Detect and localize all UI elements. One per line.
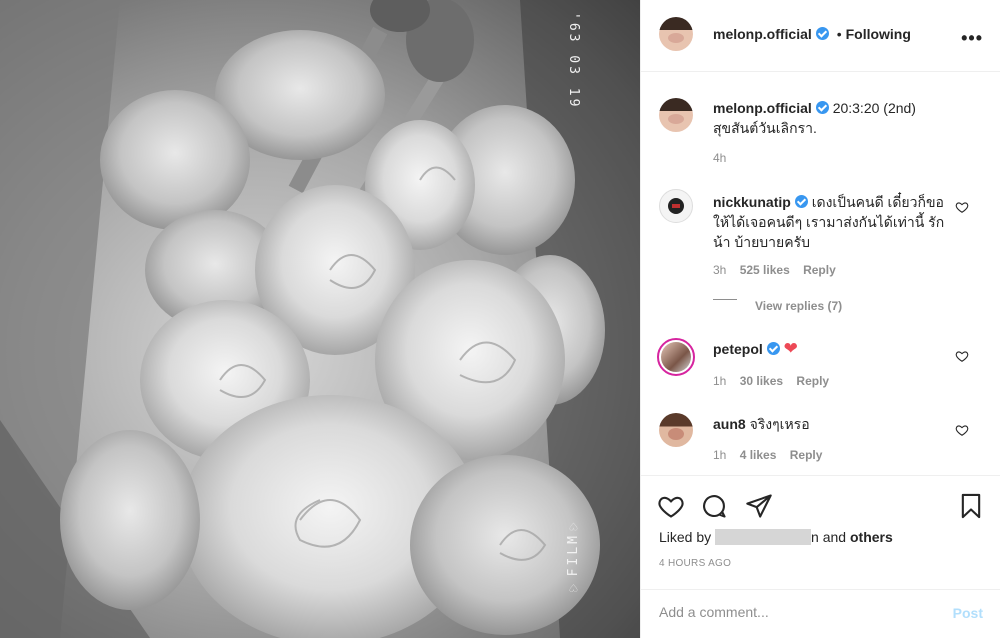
add-comment-bar: Post xyxy=(641,589,1000,638)
reply-button[interactable]: Reply xyxy=(803,263,836,277)
liked-by-prefix: Liked by xyxy=(659,529,712,545)
replies-divider xyxy=(713,299,737,300)
like-comment-heart-icon[interactable] xyxy=(955,423,969,437)
commenter-avatar[interactable] xyxy=(657,338,695,376)
share-paper-plane-icon[interactable] xyxy=(745,492,773,520)
reply-button[interactable]: Reply xyxy=(796,374,829,388)
caption: melonp.official 20:3:20 (2nd) สุขสันต์วั… xyxy=(641,72,1000,172)
comment-text: ❤ xyxy=(783,339,798,358)
comment-username[interactable]: petepol xyxy=(713,341,763,357)
verified-badge-icon xyxy=(815,101,829,114)
comment-username[interactable]: aun8 xyxy=(713,416,746,432)
comment-time[interactable]: 3h xyxy=(713,263,726,277)
comment-username[interactable]: nickkunatip xyxy=(713,194,791,210)
post-header: melonp.official • Following ••• xyxy=(641,0,1000,72)
caption-author-avatar[interactable] xyxy=(659,98,693,132)
caption-time[interactable]: 4h xyxy=(713,151,726,165)
post-comment-button[interactable]: Post xyxy=(953,605,983,621)
verified-badge-icon xyxy=(815,27,829,40)
commenter-avatar[interactable] xyxy=(659,189,693,223)
post-actions: Liked by n and others 4 HOURS AGO Post xyxy=(641,475,1000,638)
caption-meta: 4h xyxy=(713,151,736,165)
comment-meta: 1h 30 likes Reply xyxy=(713,374,839,388)
reply-button[interactable]: Reply xyxy=(790,448,823,462)
comment-time[interactable]: 1h xyxy=(713,448,726,462)
verified-badge-icon xyxy=(794,195,808,208)
comment-meta: 3h 525 likes Reply xyxy=(713,263,846,277)
photo-date-stamp: '63 03 19 xyxy=(566,12,581,110)
photo-film-stamp: ♡FILM♡ xyxy=(566,515,581,595)
like-heart-icon[interactable] xyxy=(657,492,685,520)
commenter-avatar[interactable] xyxy=(659,413,693,447)
comment-text: จริงๆเหรอ xyxy=(749,416,810,432)
blurred-username xyxy=(715,529,812,545)
author-username[interactable]: melonp.official xyxy=(713,26,812,42)
post-side-panel: melonp.official • Following ••• melonp.of… xyxy=(640,0,1000,638)
comment-likes[interactable]: 525 likes xyxy=(740,263,790,277)
author-avatar[interactable] xyxy=(659,17,693,51)
header-separator: • xyxy=(836,26,842,42)
like-comment-heart-icon[interactable] xyxy=(955,349,969,363)
caption-username[interactable]: melonp.official xyxy=(713,100,812,116)
comment-likes[interactable]: 4 likes xyxy=(740,448,777,462)
caption-text: 20:3:20 (2nd) xyxy=(832,100,916,116)
verified-badge-icon xyxy=(766,342,780,355)
save-bookmark-icon[interactable] xyxy=(957,492,985,520)
comment-time[interactable]: 1h xyxy=(713,374,726,388)
comment-meta: 1h 4 likes Reply xyxy=(713,448,832,462)
liked-by-summary: Liked by n and others xyxy=(659,529,893,545)
comment-item: aun8 จริงๆเหรอ 1h 4 likes Reply xyxy=(641,405,1000,475)
caption-text-line2: สุขสันต์วันเลิกรา. xyxy=(713,120,817,136)
roses-illustration xyxy=(0,0,640,638)
comment-item: petepol ❤ 1h 30 likes Reply xyxy=(641,330,1000,405)
liked-by-others-link[interactable]: others xyxy=(850,529,893,545)
like-comment-heart-icon[interactable] xyxy=(955,200,969,214)
view-replies-button[interactable]: View replies (7) xyxy=(755,299,842,313)
comment-item: nickkunatip เดงเป็นคนดี เดี๋ยวก็ขอให้ได้… xyxy=(641,180,1000,330)
comment-likes[interactable]: 30 likes xyxy=(740,374,783,388)
post-photo[interactable]: '63 03 19 ♡FILM♡ xyxy=(0,0,640,638)
more-options-icon[interactable]: ••• xyxy=(961,28,983,49)
comment-bubble-icon[interactable] xyxy=(700,492,728,520)
following-button[interactable]: Following xyxy=(846,26,911,42)
post-timestamp[interactable]: 4 HOURS AGO xyxy=(659,558,731,569)
liked-by-suffix: n and xyxy=(811,529,847,545)
comment-input[interactable] xyxy=(659,604,929,620)
